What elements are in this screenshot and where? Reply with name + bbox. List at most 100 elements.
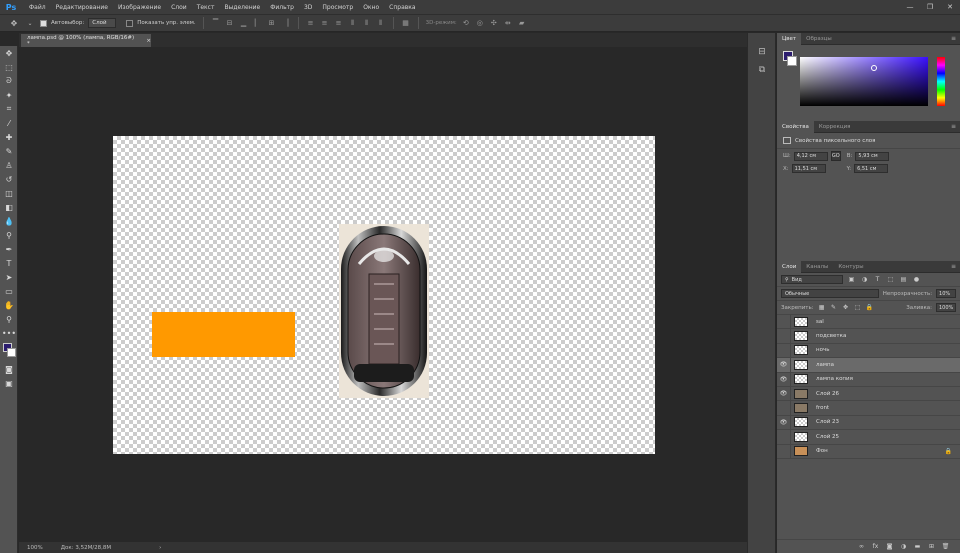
menu-item[interactable]: Выделение: [219, 4, 265, 11]
height-input[interactable]: 5,93 см: [855, 151, 890, 161]
pen-tool-icon[interactable]: ✒: [0, 242, 18, 256]
tab-adjustments[interactable]: Коррекция: [814, 121, 856, 133]
3d-orbit-icon[interactable]: ⟲: [461, 18, 471, 28]
fill-input[interactable]: 100%: [936, 303, 956, 312]
menu-item[interactable]: Файл: [24, 4, 51, 11]
distribute-right-icon[interactable]: ⦀: [376, 18, 386, 28]
3d-roll-icon[interactable]: ◎: [475, 18, 485, 28]
auto-align-icon[interactable]: ▦: [401, 18, 411, 28]
layer-row[interactable]: 👁 front: [777, 401, 960, 416]
align-hcenter-icon[interactable]: ⊞: [267, 18, 277, 28]
distribute-hcenter-icon[interactable]: ⦀: [362, 18, 372, 28]
tab-properties[interactable]: Свойства: [777, 120, 814, 133]
filter-shape-icon[interactable]: ⬚: [886, 275, 895, 284]
visibility-eye-icon[interactable]: 👁: [777, 401, 791, 416]
filter-adjustment-icon[interactable]: ◑: [860, 275, 869, 284]
distribute-vcenter-icon[interactable]: ≡: [320, 18, 330, 28]
layer-row[interactable]: 👁 Слой 23: [777, 415, 960, 431]
minimize-button[interactable]: —: [900, 0, 920, 14]
show-transform-checkbox[interactable]: [126, 19, 134, 27]
menu-item[interactable]: Слои: [166, 4, 192, 11]
menu-item[interactable]: Просмотр: [317, 4, 358, 11]
3d-scale-icon[interactable]: ▰: [517, 18, 527, 28]
tab-paths[interactable]: Контуры: [833, 261, 868, 273]
menu-item[interactable]: Редактирование: [51, 4, 113, 11]
healing-brush-tool-icon[interactable]: ✚: [0, 130, 18, 144]
background-color-swatch[interactable]: [787, 56, 797, 66]
3d-slide-icon[interactable]: ⇹: [503, 18, 513, 28]
close-window-button[interactable]: ✕: [940, 0, 960, 14]
layer-row[interactable]: 👁 Фон 🔒: [777, 444, 960, 459]
more-tools-icon[interactable]: •••: [0, 326, 18, 340]
layer-row[interactable]: 👁 лампа: [777, 357, 960, 373]
color-picker-field[interactable]: [800, 57, 928, 106]
layer-row[interactable]: 👁 Слой 26: [777, 386, 960, 402]
lock-artboard-icon[interactable]: ⬚: [854, 304, 862, 312]
opacity-input[interactable]: 10%: [936, 289, 956, 298]
filter-type-icon[interactable]: T: [873, 275, 882, 284]
visibility-eye-icon[interactable]: 👁: [777, 314, 791, 329]
distribute-bottom-icon[interactable]: ≡: [334, 18, 344, 28]
dodge-tool-icon[interactable]: ⚲: [0, 228, 18, 242]
tab-channels[interactable]: Каналы: [801, 261, 833, 273]
visibility-eye-icon[interactable]: 👁: [777, 444, 791, 459]
history-panel-icon[interactable]: ⊟: [748, 43, 776, 61]
layer-style-icon[interactable]: fx: [871, 542, 880, 551]
new-layer-icon[interactable]: ⊞: [927, 542, 936, 551]
3d-pan-icon[interactable]: ✣: [489, 18, 499, 28]
panel-menu-icon[interactable]: ≡: [951, 35, 956, 42]
tab-swatches[interactable]: Образцы: [801, 33, 837, 45]
visibility-eye-icon[interactable]: 👁: [777, 386, 791, 401]
filter-pixel-icon[interactable]: ▣: [847, 275, 856, 284]
filter-smart-object-icon[interactable]: ▤: [899, 275, 908, 284]
eraser-tool-icon[interactable]: ◫: [0, 186, 18, 200]
layer-row[interactable]: 👁 лампа копия: [777, 372, 960, 387]
auto-select-checkbox[interactable]: [40, 19, 47, 27]
zoom-tool-icon[interactable]: ⚲: [0, 312, 18, 326]
zoom-level[interactable]: 100%: [27, 545, 43, 551]
visibility-eye-icon[interactable]: 👁: [777, 329, 791, 344]
lock-position-icon[interactable]: ✥: [842, 304, 850, 312]
document-tab[interactable]: лампа.psd @ 100% (лампа, RGB/16#) * ×: [21, 34, 151, 47]
maximize-button[interactable]: ❐: [920, 0, 940, 14]
align-vcenter-icon[interactable]: ⊟: [225, 18, 235, 28]
move-tool-icon[interactable]: ✥: [0, 46, 18, 60]
x-input[interactable]: 11,51 см: [791, 164, 826, 173]
document-canvas[interactable]: [113, 136, 655, 454]
lock-transparent-icon[interactable]: ▦: [818, 304, 826, 312]
rectangle-tool-icon[interactable]: ▭: [0, 284, 18, 298]
history-brush-tool-icon[interactable]: ↺: [0, 172, 18, 186]
visibility-eye-icon[interactable]: 👁: [777, 372, 791, 387]
actions-panel-icon[interactable]: ⧉: [748, 61, 776, 79]
auto-select-dropdown[interactable]: Слой: [88, 18, 117, 28]
lock-pixels-icon[interactable]: ✎: [830, 304, 838, 312]
layer-row[interactable]: 👁 sal: [777, 314, 960, 330]
lamp-image[interactable]: [339, 224, 429, 398]
clone-stamp-tool-icon[interactable]: ♙: [0, 158, 18, 172]
move-tool-icon[interactable]: ✥: [8, 17, 20, 29]
visibility-eye-icon[interactable]: 👁: [777, 357, 791, 372]
delete-layer-icon[interactable]: 🗑: [941, 542, 950, 551]
panel-menu-icon[interactable]: ≡: [951, 123, 956, 130]
new-adjustment-icon[interactable]: ◑: [899, 542, 908, 551]
width-input[interactable]: 4,12 см: [793, 151, 828, 161]
brush-tool-icon[interactable]: ✎: [0, 144, 18, 158]
layer-row[interactable]: 👁 подсветка: [777, 329, 960, 344]
close-tab-icon[interactable]: ×: [146, 38, 151, 44]
tab-color[interactable]: Цвет: [777, 32, 802, 45]
link-layers-icon[interactable]: ∞: [857, 542, 866, 551]
eyedropper-tool-icon[interactable]: ⁄: [0, 116, 18, 130]
layer-row[interactable]: 👁 Слой 25: [777, 429, 960, 445]
menu-item[interactable]: Справка: [384, 4, 420, 11]
visibility-eye-icon[interactable]: 👁: [777, 343, 791, 358]
panel-menu-icon[interactable]: ≡: [951, 263, 956, 270]
color-swatches[interactable]: [0, 340, 18, 362]
distribute-left-icon[interactable]: ⦀: [348, 18, 358, 28]
lasso-tool-icon[interactable]: ᘐ: [0, 74, 18, 88]
menu-item[interactable]: Изображение: [113, 4, 166, 11]
visibility-eye-icon[interactable]: 👁: [777, 429, 791, 444]
visibility-eye-icon[interactable]: 👁: [777, 415, 791, 430]
hand-tool-icon[interactable]: ✋: [0, 298, 18, 312]
align-left-icon[interactable]: ▏: [253, 18, 263, 28]
quick-mask-icon[interactable]: ◙: [0, 362, 18, 376]
